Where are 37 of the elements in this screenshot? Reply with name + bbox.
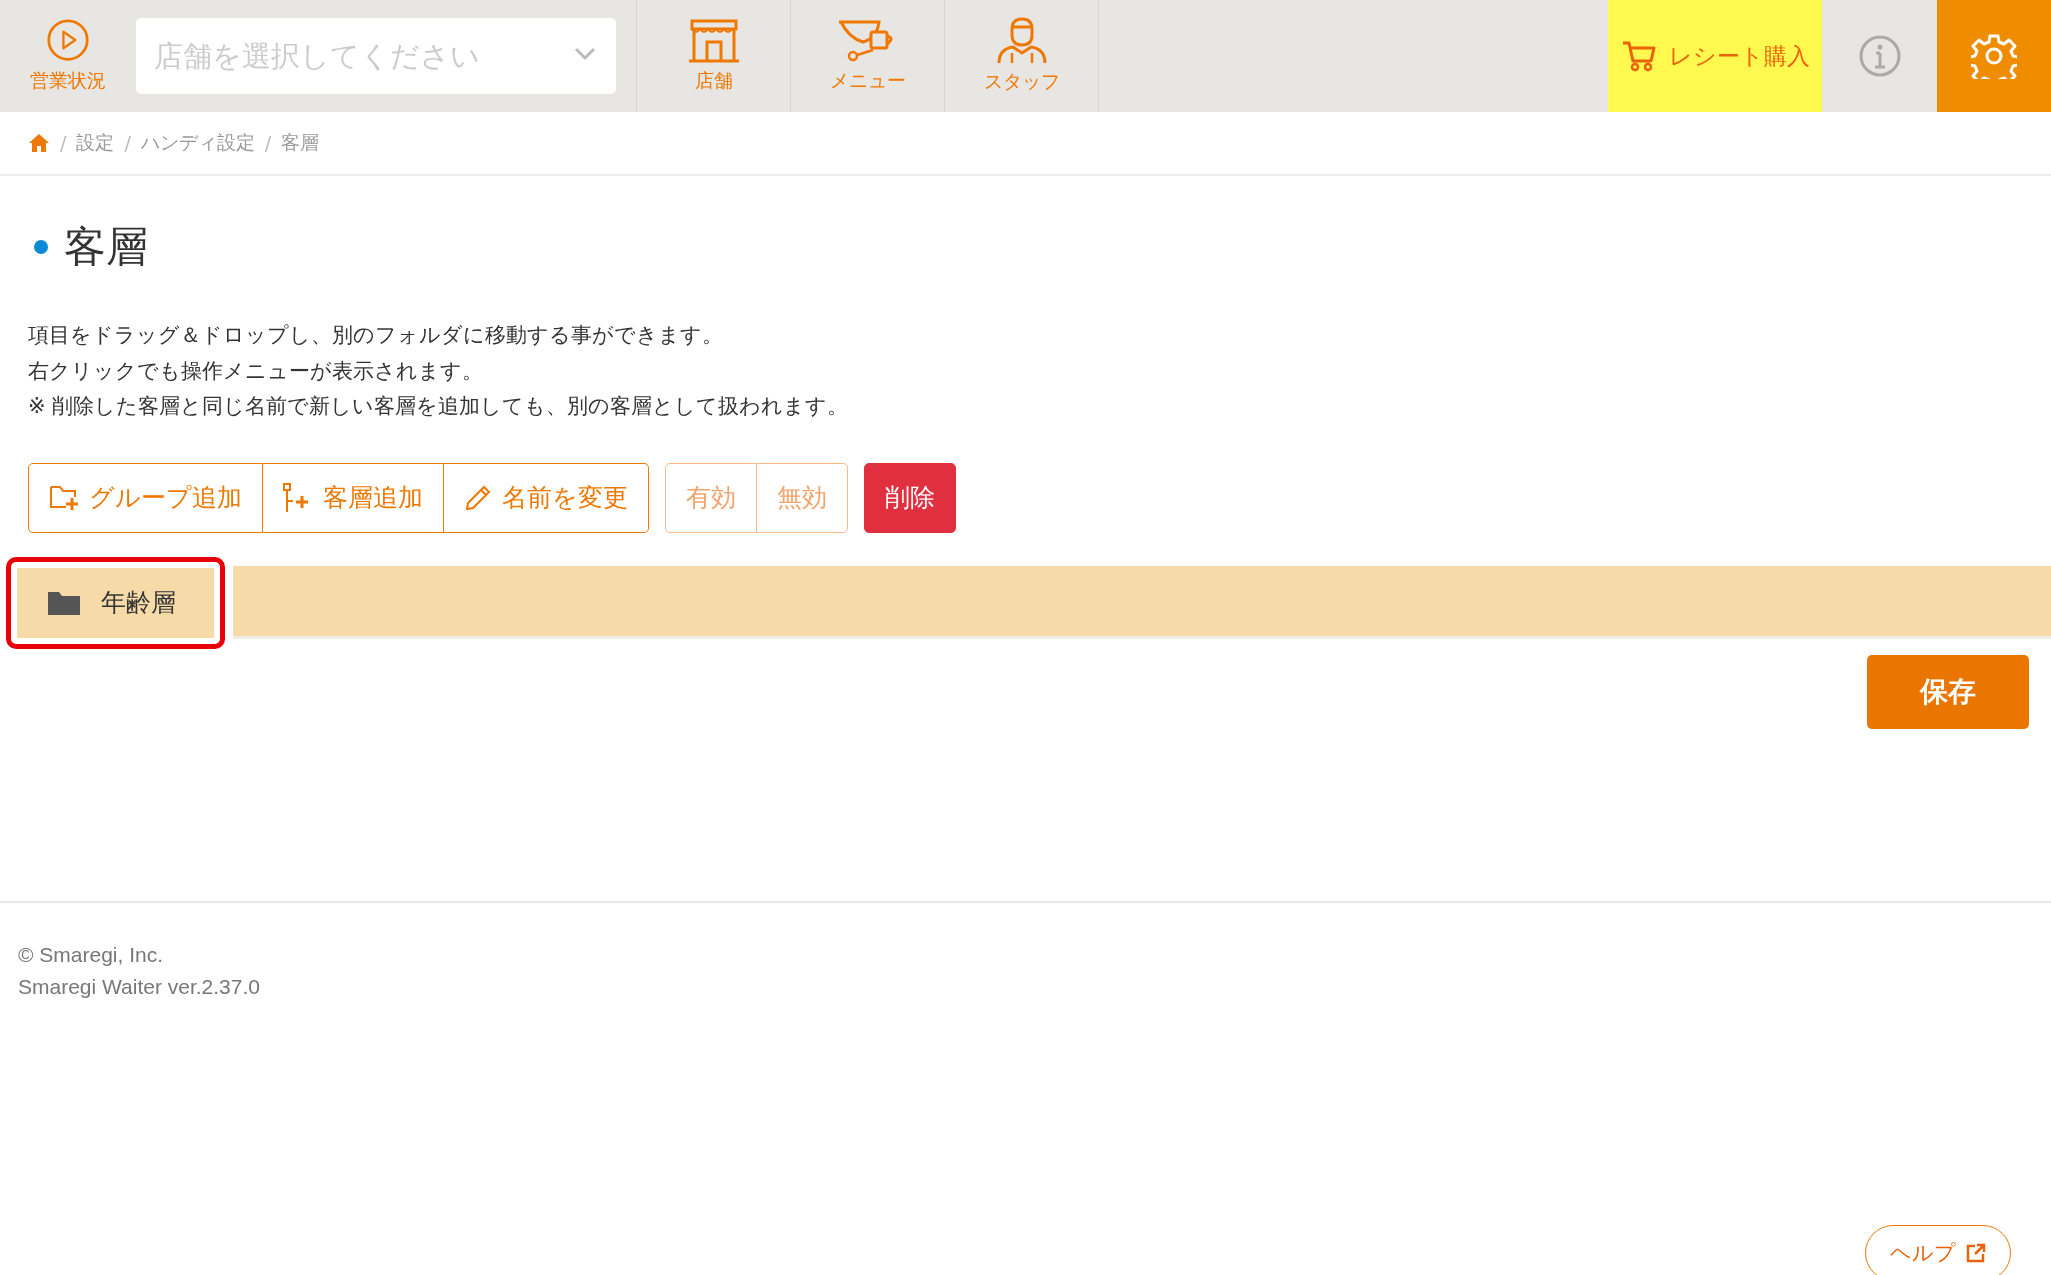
settings-button[interactable] — [1937, 0, 2051, 112]
info-icon — [1857, 34, 1902, 78]
breadcrumb-separator: / — [264, 132, 272, 154]
chevron-down-icon — [574, 47, 596, 61]
title-bullet — [34, 240, 48, 254]
receipt-purchase-button[interactable]: レシート購入 — [1608, 0, 1822, 112]
breadcrumb-item[interactable]: 客層 — [281, 130, 320, 156]
nav-tab[interactable]: 店舗 — [636, 0, 790, 112]
toolbar-button[interactable]: 名前を変更 — [444, 462, 649, 533]
breadcrumb-separator: / — [124, 132, 131, 154]
breadcrumb-item[interactable]: ハンディ設定 — [140, 130, 255, 156]
breadcrumb-item[interactable]: 設定 — [76, 130, 115, 156]
nav-tab[interactable]: メニュー — [790, 0, 944, 112]
status-button[interactable]: 営業状況 — [0, 0, 136, 112]
external-link-icon — [1966, 1243, 1986, 1263]
cart-icon — [1620, 40, 1657, 72]
nav-tab[interactable]: スタッフ — [944, 0, 1098, 112]
save-button[interactable]: 保存 — [1867, 654, 2029, 729]
help-button[interactable]: ヘルプ — [1865, 1225, 2011, 1275]
folder-plus-icon — [49, 483, 79, 512]
footer-text: © Smaregi, Inc. — [18, 942, 165, 968]
description-text: ※ 削除した客層と同じ名前で新しい客層を追加しても、別の客層として扱われます。 — [28, 393, 850, 420]
description-text: 右クリックでも操作メニューが表示されます。 — [28, 357, 484, 385]
play-icon — [46, 18, 90, 62]
breadcrumb-separator: / — [60, 132, 67, 154]
footer-text: Smaregi Waiter ver.2.37.0 — [18, 974, 261, 1000]
delete-button[interactable]: 削除 — [864, 462, 956, 533]
home-icon[interactable] — [28, 133, 50, 153]
folder-item[interactable]: 年齢層 — [17, 567, 214, 638]
settings-icon — [1971, 33, 2017, 79]
folder-icon — [47, 589, 81, 616]
toolbar-button[interactable]: グループ追加 — [28, 462, 263, 533]
description-text: 項目をドラッグ＆ドロップし、別のフォルダに移動する事ができます。 — [28, 322, 724, 349]
storefront-icon — [686, 18, 741, 64]
page-title: 客層 — [64, 221, 148, 273]
pencil-icon — [464, 483, 492, 512]
toolbar-button[interactable]: 客層追加 — [263, 462, 444, 533]
